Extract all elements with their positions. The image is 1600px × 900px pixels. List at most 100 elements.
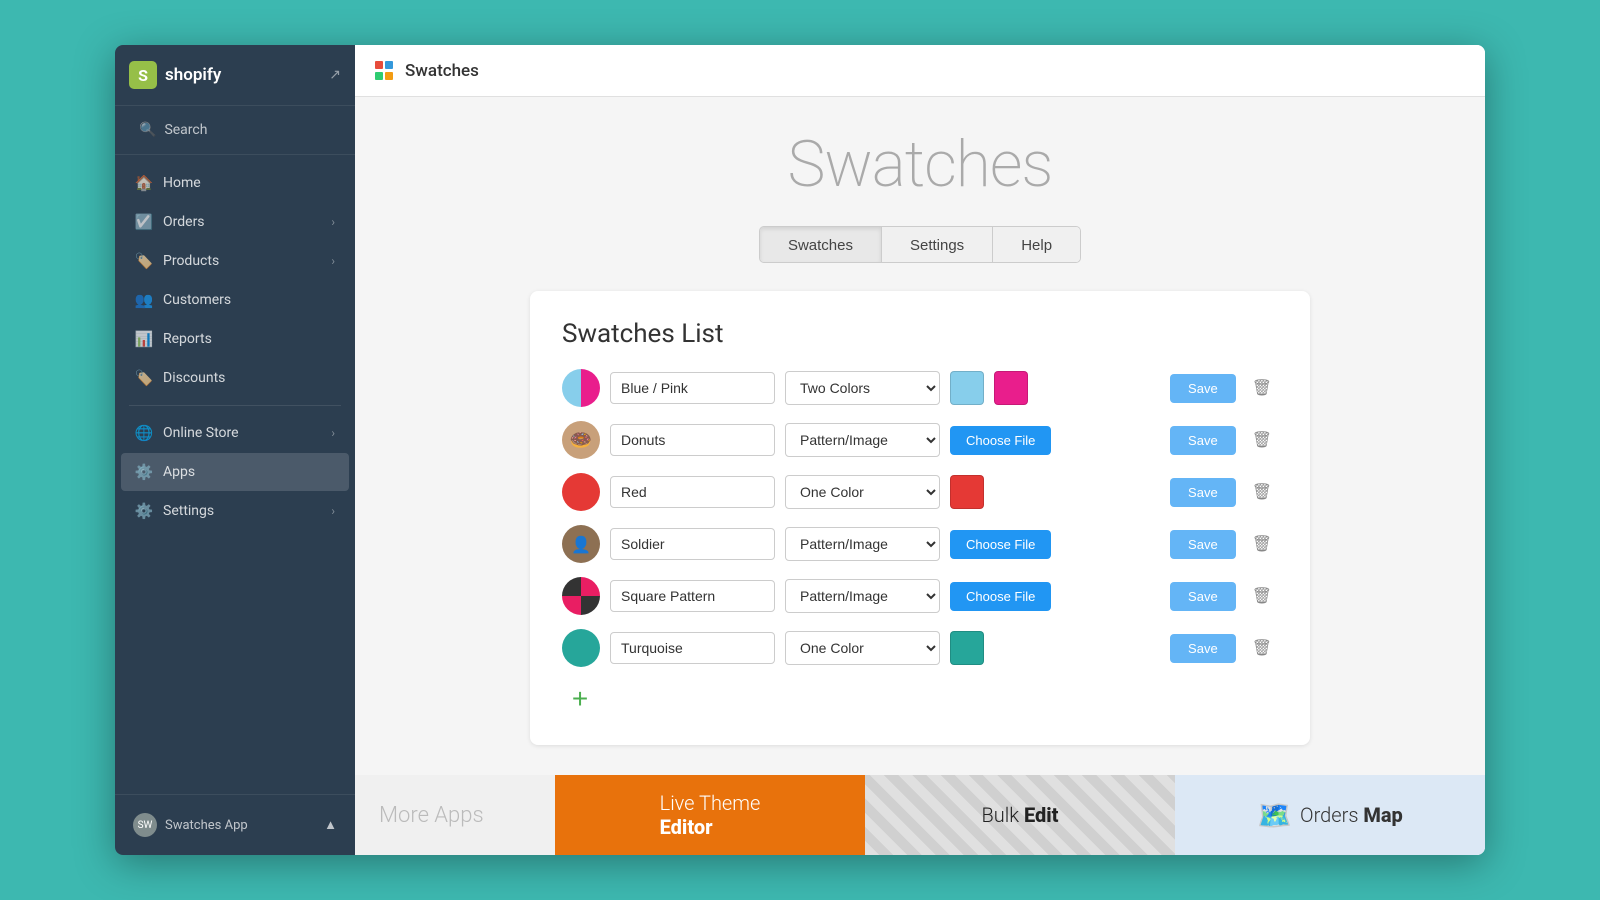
top-bar: Swatches — [355, 45, 1485, 97]
swatches-app-icon — [375, 61, 395, 81]
external-link-icon[interactable]: ↗ — [329, 67, 341, 83]
sidebar-item-products[interactable]: 🏷️ Products › — [121, 242, 349, 280]
sidebar-item-customers[interactable]: 👥 Customers — [121, 281, 349, 319]
sidebar-item-label-apps: Apps — [163, 464, 195, 480]
topbar-title: Swatches — [405, 61, 479, 81]
swatch-preview-blue-pink — [562, 369, 600, 407]
swatch-type-select-square-pattern[interactable]: Pattern/Image One Color Two Colors — [785, 579, 940, 613]
save-button-soldier[interactable]: Save — [1170, 530, 1236, 559]
sidebar-item-orders[interactable]: ☑️ Orders › — [121, 203, 349, 241]
sidebar-item-label-discounts: Discounts — [163, 370, 225, 386]
theme-editor-banner[interactable]: Live Theme Editor — [555, 775, 865, 855]
swatch-type-select-turquoise[interactable]: One Color Two Colors Pattern/Image — [785, 631, 940, 665]
apps-icon: ⚙️ — [135, 463, 153, 481]
reports-icon: 📊 — [135, 330, 153, 348]
sidebar-item-label-customers: Customers — [163, 292, 231, 308]
orders-map-banner[interactable]: 🗺️ Orders Map — [1175, 775, 1485, 855]
map-icon: 🗺️ — [1257, 799, 1292, 832]
swatch-type-select-donuts[interactable]: Pattern/Image One Color Two Colors — [785, 423, 940, 457]
sidebar-logo: S shopify — [129, 61, 221, 89]
theme-editor-text: Live Theme Editor — [660, 791, 761, 839]
swatches-card: Swatches List Two Colors One Color Patte… — [530, 291, 1310, 745]
swatch-row-turquoise: One Color Two Colors Pattern/Image Save … — [562, 629, 1278, 667]
save-button-red[interactable]: Save — [1170, 478, 1236, 507]
swatch-name-input-red[interactable] — [610, 476, 775, 508]
sidebar: S shopify ↗ 🔍 Search 🏠 Home ☑️ Orders — [115, 45, 355, 855]
swatch-preview-square-pattern — [562, 577, 600, 615]
sidebar-header: S shopify ↗ — [115, 45, 355, 106]
settings-icon: ⚙️ — [135, 502, 153, 520]
swatch-row-soldier: 👤 Pattern/Image One Color Two Colors Cho… — [562, 525, 1278, 563]
color-box-teal[interactable] — [950, 631, 984, 665]
save-button-donuts[interactable]: Save — [1170, 426, 1236, 455]
online-store-icon: 🌐 — [135, 424, 153, 442]
sidebar-item-apps[interactable]: ⚙️ Apps — [121, 453, 349, 491]
choose-file-button-soldier[interactable]: Choose File — [950, 530, 1051, 559]
delete-button-donuts[interactable]: 🗑 — [1246, 426, 1278, 454]
bulk-edit-text: Bulk Edit — [982, 803, 1059, 827]
swatch-name-input-donuts[interactable] — [610, 424, 775, 456]
sidebar-item-reports[interactable]: 📊 Reports — [121, 320, 349, 358]
swatch-name-input-soldier[interactable] — [610, 528, 775, 560]
sidebar-logo-text: shopify — [165, 65, 221, 85]
tab-settings[interactable]: Settings — [882, 227, 993, 262]
bulk-edit-banner[interactable]: Bulk Edit — [865, 775, 1175, 855]
swatch-type-select-blue-pink[interactable]: Two Colors One Color Pattern/Image — [785, 371, 940, 405]
add-swatch-button[interactable]: + — [562, 681, 598, 717]
swatch-name-input-turquoise[interactable] — [610, 632, 775, 664]
choose-file-button-square-pattern[interactable]: Choose File — [950, 582, 1051, 611]
sidebar-item-label-reports: Reports — [163, 331, 212, 347]
search-button[interactable]: 🔍 Search — [129, 116, 341, 144]
sidebar-item-label-online-store: Online Store — [163, 425, 239, 441]
delete-button-red[interactable]: 🗑 — [1246, 478, 1278, 506]
sidebar-nav: 🏠 Home ☑️ Orders › 🏷️ Products › — [115, 155, 355, 794]
search-label: Search — [164, 122, 207, 138]
sidebar-item-home[interactable]: 🏠 Home — [121, 164, 349, 202]
delete-button-soldier[interactable]: 🗑 — [1246, 530, 1278, 558]
chevron-right-icon: › — [331, 215, 335, 229]
orders-map-text: Orders Map — [1300, 803, 1403, 827]
tab-swatches[interactable]: Swatches — [760, 227, 882, 262]
footer-collapse-icon: ▲ — [324, 817, 337, 833]
save-button-turquoise[interactable]: Save — [1170, 634, 1236, 663]
shopify-icon: S — [129, 61, 157, 89]
tab-help[interactable]: Help — [993, 227, 1080, 262]
swatch-type-select-red[interactable]: One Color Two Colors Pattern/Image — [785, 475, 940, 509]
swatch-row-donuts: 🍩 Pattern/Image One Color Two Colors Cho… — [562, 421, 1278, 459]
swatch-name-input-blue-pink[interactable] — [610, 372, 775, 404]
swatch-type-select-soldier[interactable]: Pattern/Image One Color Two Colors — [785, 527, 940, 561]
delete-button-square-pattern[interactable]: 🗑 — [1246, 582, 1278, 610]
footer-label: Swatches App — [165, 818, 248, 833]
color-box-pink[interactable] — [994, 371, 1028, 405]
choose-file-button-donuts[interactable]: Choose File — [950, 426, 1051, 455]
sidebar-divider — [129, 405, 341, 406]
bottom-banner: More Apps Live Theme Editor Bulk Edit 🗺️… — [355, 775, 1485, 855]
sidebar-search-section: 🔍 Search — [115, 106, 355, 155]
delete-button-blue-pink[interactable]: 🗑 — [1246, 374, 1278, 402]
footer-avatar: SW — [133, 813, 157, 837]
swatch-preview-donuts: 🍩 — [562, 421, 600, 459]
tab-bar: Swatches Settings Help — [759, 226, 1081, 263]
swatch-row-blue-pink: Two Colors One Color Pattern/Image Save … — [562, 369, 1278, 407]
sidebar-item-label-orders: Orders — [163, 214, 205, 230]
products-icon: 🏷️ — [135, 252, 153, 270]
swatch-preview-turquoise — [562, 629, 600, 667]
chevron-right-icon: › — [331, 504, 335, 518]
color-box-red[interactable] — [950, 475, 984, 509]
sidebar-item-online-store[interactable]: 🌐 Online Store › — [121, 414, 349, 452]
chevron-right-icon: › — [331, 254, 335, 268]
discounts-icon: 🏷️ — [135, 369, 153, 387]
sidebar-item-settings[interactable]: ⚙️ Settings › — [121, 492, 349, 530]
swatch-name-input-square-pattern[interactable] — [610, 580, 775, 612]
swatches-app-footer[interactable]: SW Swatches App ▲ — [129, 807, 341, 843]
sidebar-item-discounts[interactable]: 🏷️ Discounts — [121, 359, 349, 397]
main-content: Swatches Swatches Swatches Settings Help… — [355, 45, 1485, 855]
save-button-blue-pink[interactable]: Save — [1170, 374, 1236, 403]
save-button-square-pattern[interactable]: Save — [1170, 582, 1236, 611]
swatch-preview-red — [562, 473, 600, 511]
swatches-list-title: Swatches List — [562, 319, 1278, 349]
more-apps-label: More Apps — [355, 803, 555, 828]
color-box-blue[interactable] — [950, 371, 984, 405]
delete-button-turquoise[interactable]: 🗑 — [1246, 634, 1278, 662]
page-heading: Swatches — [788, 127, 1053, 202]
